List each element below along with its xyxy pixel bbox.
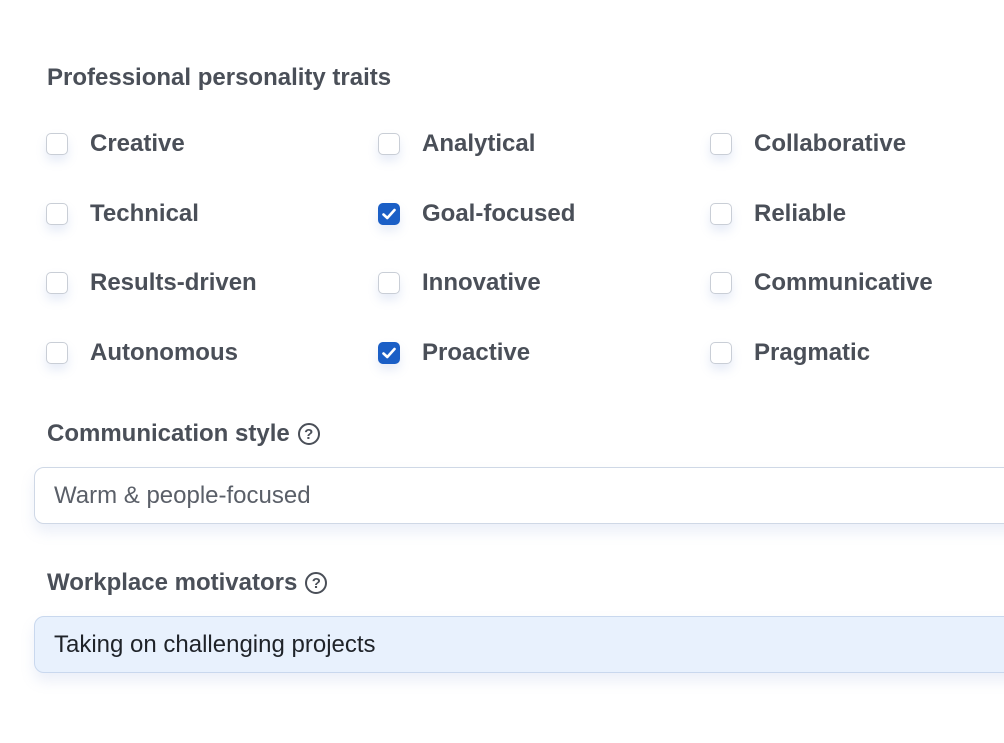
trait-label: Creative <box>90 130 185 157</box>
trait-label: Goal-focused <box>422 200 576 227</box>
trait-label: Reliable <box>754 200 847 227</box>
help-icon[interactable]: ? <box>297 423 320 445</box>
trait-pragmatic[interactable]: Pragmatic <box>710 339 870 367</box>
trait-analytical[interactable]: Analytical <box>378 130 535 158</box>
workplace-motivators-label: Workplace motivators ? <box>47 569 328 596</box>
communication-style-label-text: Communication style <box>47 420 290 447</box>
trait-goal-focused[interactable]: Goal-focused <box>378 200 575 228</box>
trait-label: Technical <box>90 200 199 227</box>
trait-technical[interactable]: Technical <box>46 200 199 228</box>
communication-style-label: Communication style ? <box>47 422 320 446</box>
checkbox[interactable] <box>46 342 68 364</box>
workplace-motivators-value: Taking on challenging projects <box>54 630 376 658</box>
traits-title-text: Professional personality traits <box>47 64 392 91</box>
checkbox[interactable] <box>46 203 68 225</box>
trait-reliable[interactable]: Reliable <box>710 200 846 228</box>
checkbox[interactable] <box>710 342 732 364</box>
personality-form: Professional personality traits Creative… <box>0 0 1004 743</box>
trait-innovative[interactable]: Innovative <box>378 269 541 297</box>
trait-label: Pragmatic <box>754 339 871 366</box>
trait-proactive[interactable]: Proactive <box>378 339 530 367</box>
communication-style-value: Warm & people-focused <box>54 481 311 509</box>
trait-collaborative[interactable]: Collaborative <box>710 130 906 158</box>
trait-label: Proactive <box>422 339 531 366</box>
trait-label: Autonomous <box>90 339 238 366</box>
trait-label: Communicative <box>754 269 933 296</box>
workplace-motivators-select[interactable]: Taking on challenging projects <box>34 616 1004 673</box>
traits-section-title: Professional personality traits <box>47 66 391 90</box>
checkbox[interactable] <box>46 272 68 294</box>
checkbox[interactable] <box>710 203 732 225</box>
trait-communicative[interactable]: Communicative <box>710 269 933 297</box>
trait-label: Results-driven <box>90 269 257 296</box>
checkbox[interactable] <box>378 133 400 155</box>
trait-autonomous[interactable]: Autonomous <box>46 339 238 367</box>
communication-style-select[interactable]: Warm & people-focused <box>34 467 1004 524</box>
checkbox[interactable] <box>710 272 732 294</box>
checkbox[interactable] <box>378 272 400 294</box>
trait-label: Analytical <box>422 130 536 157</box>
trait-label: Collaborative <box>754 130 907 157</box>
help-icon[interactable]: ? <box>305 572 328 594</box>
trait-creative[interactable]: Creative <box>46 130 185 158</box>
checkbox[interactable] <box>46 133 68 155</box>
checkbox[interactable] <box>378 203 400 225</box>
workplace-motivators-label-text: Workplace motivators <box>47 569 298 596</box>
checkbox[interactable] <box>378 342 400 364</box>
checkbox[interactable] <box>710 133 732 155</box>
trait-label: Innovative <box>422 269 541 296</box>
trait-results-driven[interactable]: Results-driven <box>46 269 257 297</box>
